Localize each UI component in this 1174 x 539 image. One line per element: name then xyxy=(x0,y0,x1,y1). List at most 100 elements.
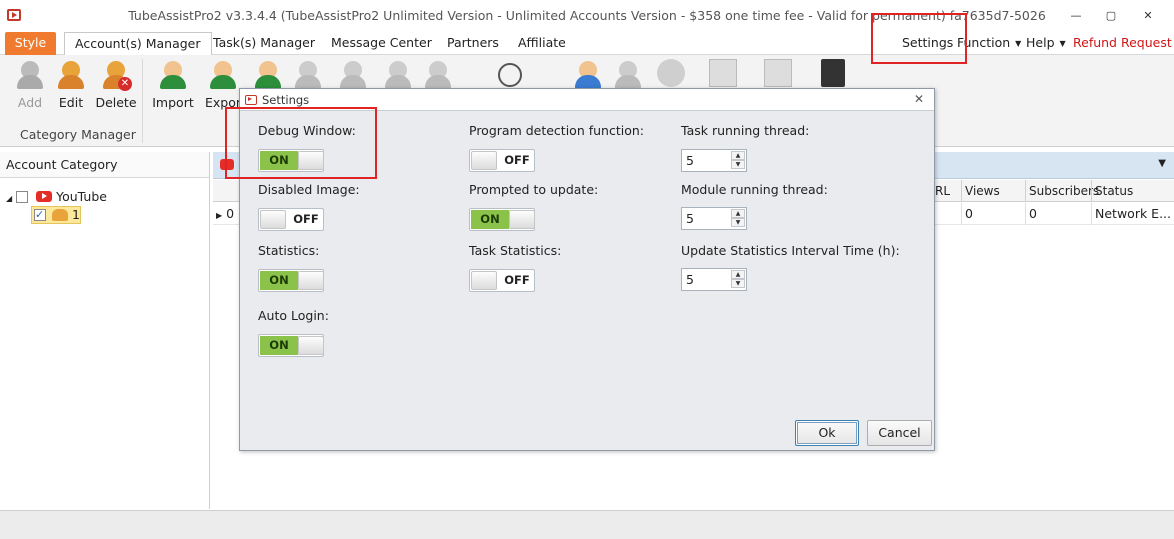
task-statistics-toggle[interactable]: OFF xyxy=(469,269,535,292)
delete-category-button[interactable]: ✕ Delete xyxy=(93,59,139,110)
task-thread-label: Task running thread: xyxy=(681,123,810,138)
row-index-value: 0 xyxy=(226,206,235,221)
browser-button[interactable] xyxy=(648,59,694,91)
update-interval-spinner[interactable]: 5 ▲ ▼ xyxy=(681,268,747,291)
tab-partners[interactable]: Partners xyxy=(437,32,509,55)
disabled-image-state: OFF xyxy=(293,212,319,226)
program-detection-toggle[interactable]: OFF xyxy=(469,149,535,172)
refund-request-link[interactable]: Refund Request xyxy=(1073,32,1172,55)
ok-button[interactable]: Ok xyxy=(795,420,859,446)
account-category-header: Account Category xyxy=(0,152,209,178)
column-header-views[interactable]: Views xyxy=(961,180,1025,202)
task-thread-spinner[interactable]: 5 ▲ ▼ xyxy=(681,149,747,172)
spin-up-icon[interactable]: ▲ xyxy=(731,270,745,279)
video-user-icon xyxy=(572,59,604,91)
task-statistics-label: Task Statistics: xyxy=(469,243,562,258)
row-status: Network E... xyxy=(1091,203,1174,225)
module-thread-value: 5 xyxy=(686,211,694,226)
tab-message-center[interactable]: Message Center xyxy=(321,32,442,55)
edit-label: Edit xyxy=(58,95,84,110)
close-button[interactable]: ✕ xyxy=(1140,8,1156,24)
delete-user-icon xyxy=(337,59,369,91)
add-group-icon xyxy=(14,59,46,91)
program-detection-label: Program detection function: xyxy=(469,123,644,138)
contacts-book-icon xyxy=(821,59,845,87)
app-logo-icon xyxy=(245,95,257,105)
delete-label: Delete xyxy=(95,95,137,110)
spinner-arrows: ▲ ▼ xyxy=(731,270,745,289)
statistics-state: ON xyxy=(260,271,298,290)
help-menu-label: Help xyxy=(1026,35,1055,50)
tab-affiliate[interactable]: Affiliate xyxy=(508,32,576,55)
chevron-down-icon: ▼ xyxy=(1015,39,1022,48)
row-views: 0 xyxy=(961,203,1025,225)
toggle-knob xyxy=(298,336,324,355)
add-category-button[interactable]: Add xyxy=(7,59,53,110)
column-header-status[interactable]: Status xyxy=(1091,180,1174,202)
import-button[interactable]: Import xyxy=(150,59,196,110)
contacts-book-button[interactable] xyxy=(810,59,856,91)
expand-arrow-icon: ◢ xyxy=(6,194,13,203)
help-menu[interactable]: Help ▼ xyxy=(1026,32,1066,55)
close-icon[interactable]: ✕ xyxy=(914,92,924,106)
task-statistics-state: OFF xyxy=(504,273,530,287)
program-detection-state: OFF xyxy=(504,153,530,167)
spin-up-icon[interactable]: ▲ xyxy=(731,209,745,218)
certificate-icon xyxy=(764,59,792,87)
spin-down-icon[interactable]: ▼ xyxy=(731,160,745,169)
fingerprint-icon xyxy=(498,63,522,87)
certificate-button[interactable] xyxy=(755,59,801,91)
chevron-down-icon[interactable]: ▼ xyxy=(1158,158,1166,169)
cancel-button[interactable]: Cancel xyxy=(867,420,932,446)
fingerprint-button[interactable] xyxy=(487,59,533,91)
column-header-url[interactable]: RL xyxy=(931,180,961,202)
add-user-icon xyxy=(252,59,284,91)
task-thread-value: 5 xyxy=(686,153,694,168)
spinner-arrows: ▲ ▼ xyxy=(731,151,745,170)
row-subscribers: 0 xyxy=(1025,203,1091,225)
disabled-image-toggle[interactable]: OFF xyxy=(258,208,324,231)
tree-node-youtube[interactable]: ◢ YouTube xyxy=(6,188,107,206)
settings-dialog-title: Settings xyxy=(262,93,310,107)
update-interval-value: 5 xyxy=(686,272,694,287)
spin-down-icon[interactable]: ▼ xyxy=(731,279,745,288)
tab-accounts-manager[interactable]: Account(s) Manager xyxy=(64,32,212,56)
group-checkbox[interactable] xyxy=(34,206,46,224)
toggle-knob xyxy=(471,271,497,290)
auto-login-toggle[interactable]: ON xyxy=(258,334,324,357)
tree-node-child[interactable]: 1 xyxy=(34,206,80,224)
update-interval-label: Update Statistics Interval Time (h): xyxy=(681,243,900,258)
minimize-button[interactable]: — xyxy=(1068,8,1084,24)
toggle-knob xyxy=(509,210,535,229)
edit-category-button[interactable]: Edit xyxy=(48,59,94,110)
status-bar xyxy=(0,510,1174,539)
module-thread-label: Module running thread: xyxy=(681,182,828,197)
youtube-icon xyxy=(36,191,53,202)
maximize-button[interactable]: ▢ xyxy=(1103,8,1119,24)
spin-up-icon[interactable]: ▲ xyxy=(731,151,745,160)
prompted-update-label: Prompted to update: xyxy=(469,182,599,197)
youtube-checkbox[interactable] xyxy=(16,191,29,203)
category-manager-group-label: Category Manager xyxy=(20,127,136,142)
youtube-node-label: YouTube xyxy=(56,189,107,204)
tab-tasks-manager[interactable]: Task(s) Manager xyxy=(203,32,325,55)
main-menu-bar: Style Account(s) Manager Task(s) Manager… xyxy=(0,32,1174,56)
chevron-down-icon: ▼ xyxy=(1059,39,1066,48)
user-settings-icon xyxy=(382,59,414,91)
toggle-knob xyxy=(471,151,497,170)
schedule-button[interactable] xyxy=(700,59,746,91)
account-category-panel: Account Category ◢ YouTube 1 xyxy=(0,152,210,509)
statistics-toggle[interactable]: ON xyxy=(258,269,324,292)
prompted-update-state: ON xyxy=(471,210,509,229)
spin-down-icon[interactable]: ▼ xyxy=(731,218,745,227)
column-header-subscribers[interactable]: Subscribers xyxy=(1025,180,1099,202)
title-bar: TubeAssistPro2 v3.3.4.4 (TubeAssistPro2 … xyxy=(0,0,1174,32)
ribbon-separator xyxy=(142,59,143,143)
auto-login-label: Auto Login: xyxy=(258,308,329,323)
prompted-update-toggle[interactable]: ON xyxy=(469,208,535,231)
module-thread-spinner[interactable]: 5 ▲ ▼ xyxy=(681,207,747,230)
statistics-label: Statistics: xyxy=(258,243,320,258)
disabled-image-label: Disabled Image: xyxy=(258,182,360,197)
edit-user-icon xyxy=(292,59,324,91)
tab-style[interactable]: Style xyxy=(5,32,56,55)
